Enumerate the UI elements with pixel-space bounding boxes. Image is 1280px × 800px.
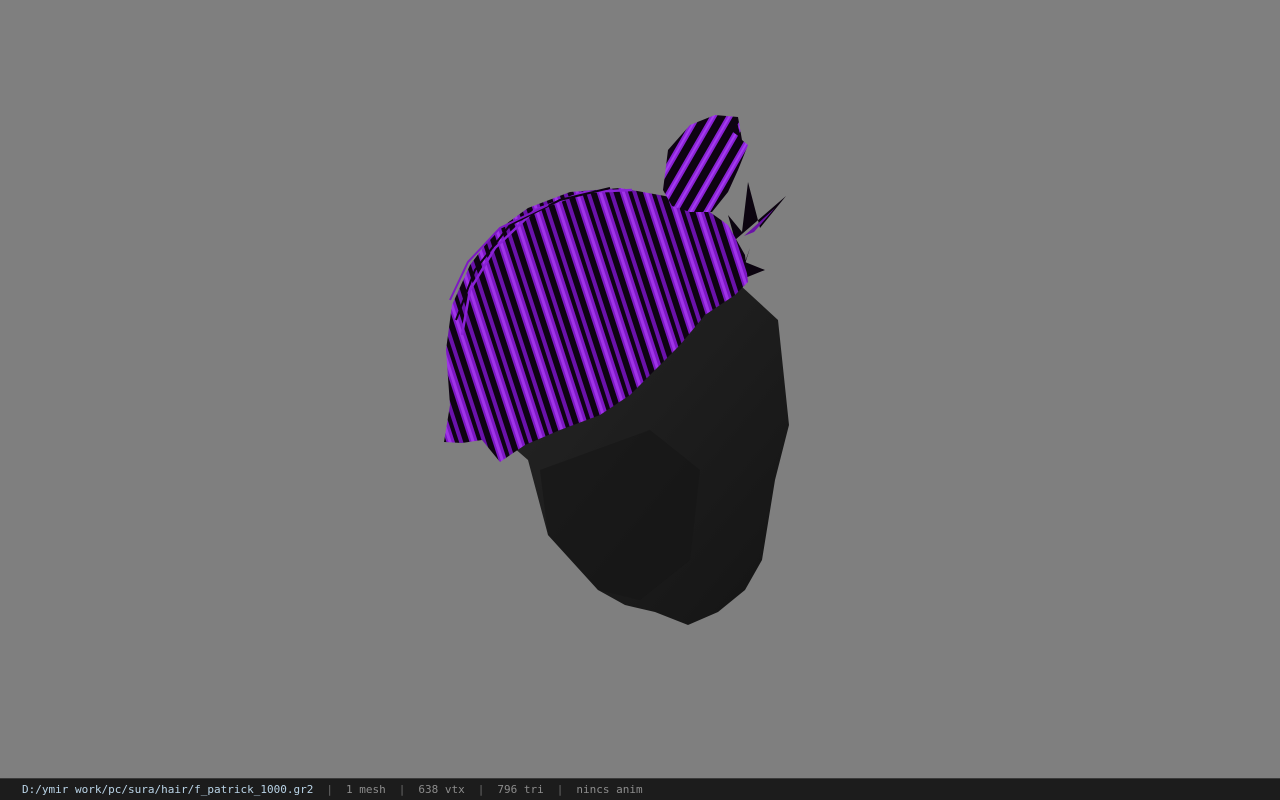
status-bar: D:/ymir work/pc/sura/hair/f_patrick_1000… [0, 778, 1280, 800]
status-separator: | [556, 783, 564, 796]
hair-model-render [444, 115, 789, 625]
status-separator: | [477, 783, 485, 796]
status-separator: | [398, 783, 406, 796]
status-separator: | [326, 783, 334, 796]
3d-viewport[interactable] [0, 0, 1280, 778]
status-mesh-count: 1 mesh [346, 783, 386, 796]
status-anim: nincs anim [576, 783, 643, 796]
status-file-path: D:/ymir work/pc/sura/hair/f_patrick_1000… [22, 783, 314, 796]
status-vertex-count: 638 vtx [418, 783, 465, 796]
status-triangle-count: 796 tri [497, 783, 544, 796]
hair-spike [728, 182, 786, 240]
